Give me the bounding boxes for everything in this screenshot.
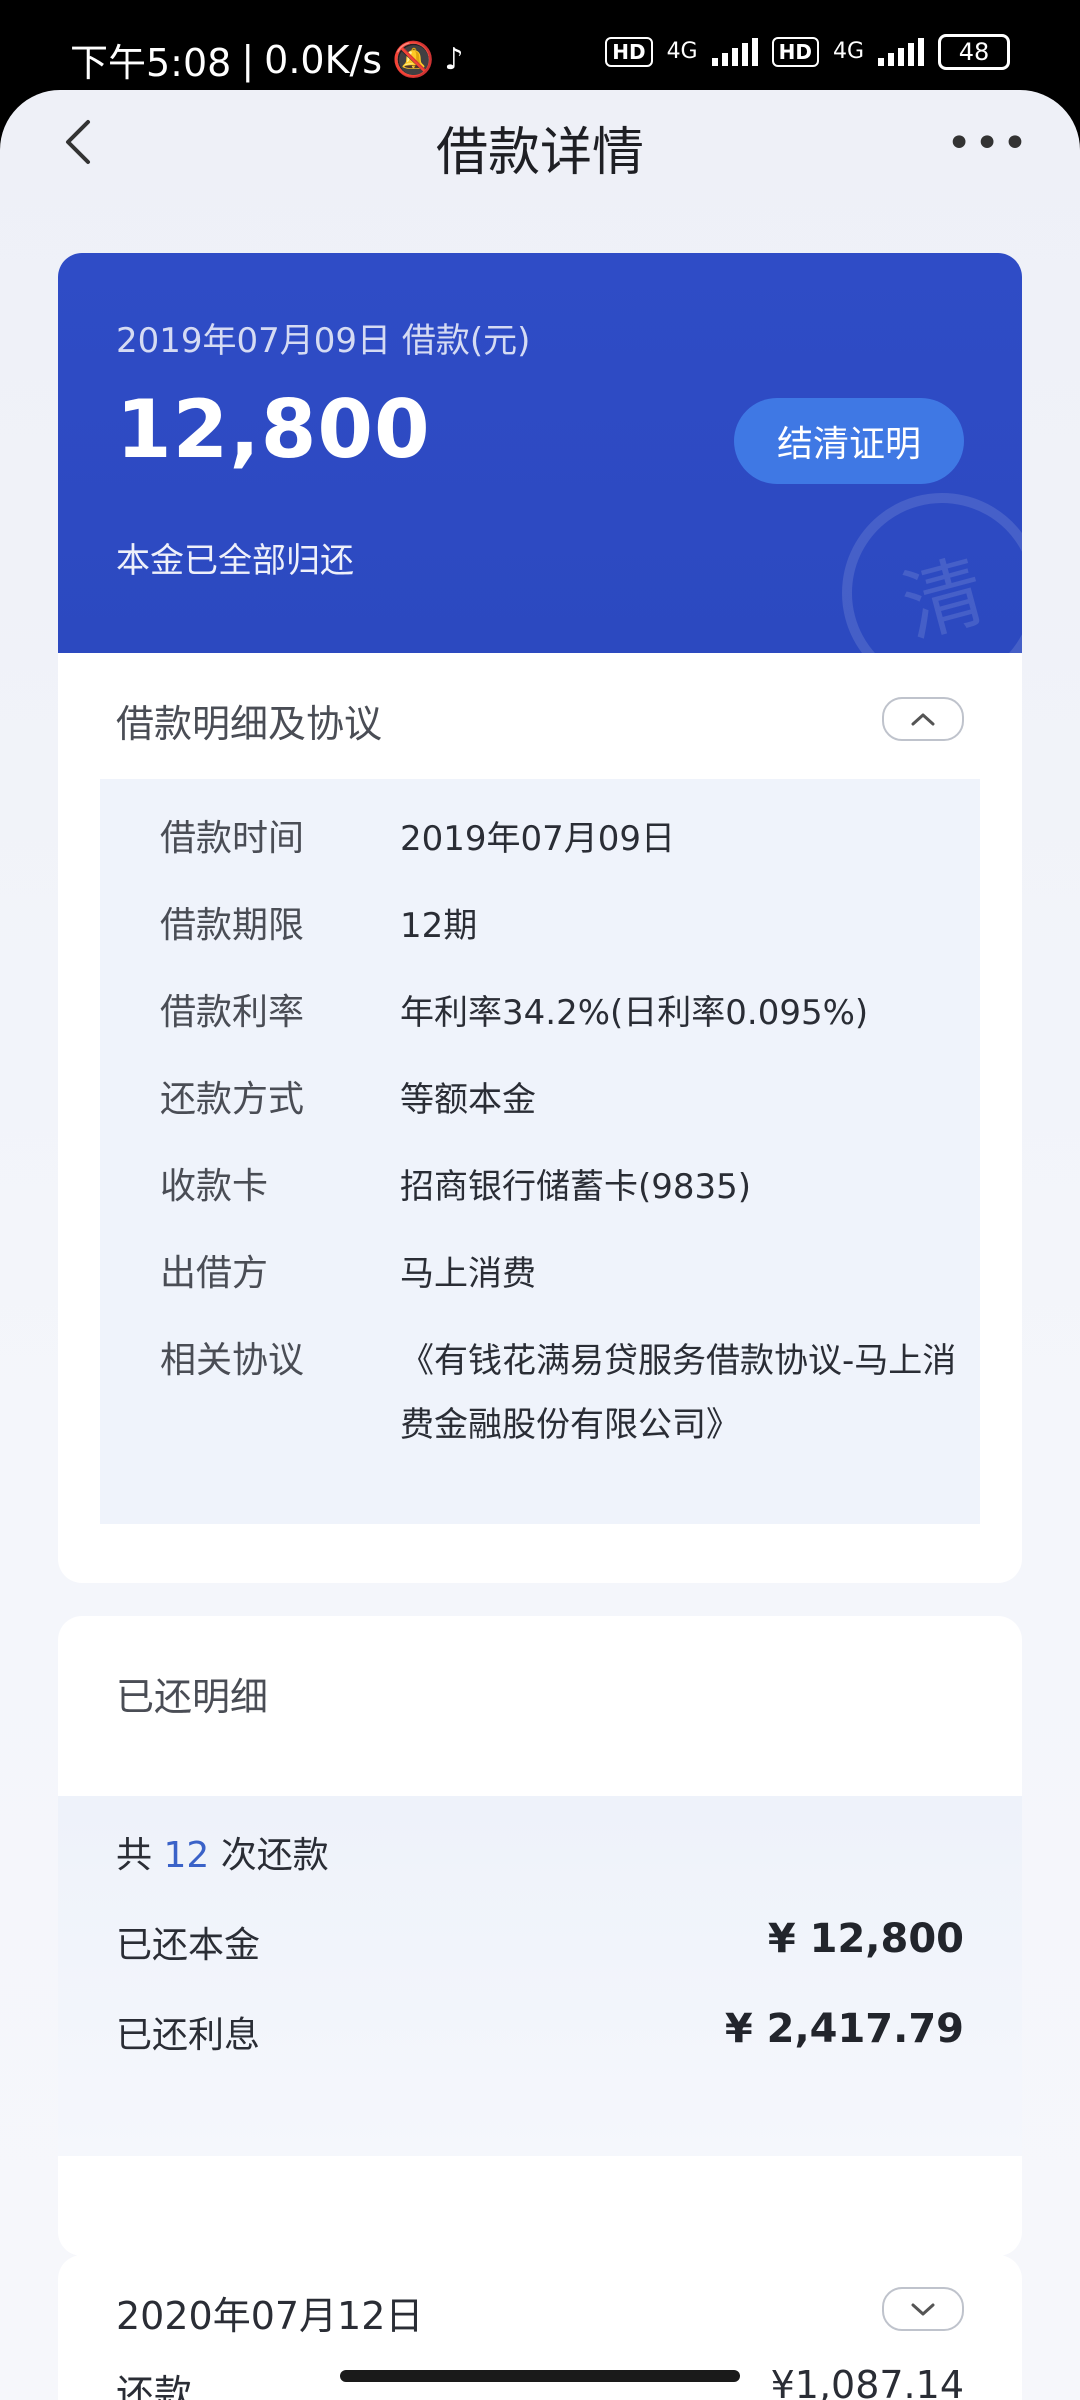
agreement-link[interactable]: 《有钱花满易贷服务借款协议-马上消费金融股份有限公司》 <box>400 1329 960 1457</box>
loan-details-card: 借款明细及协议 借款时间 2019年07月09日 借款期限 12期 借款利率 年… <box>58 653 1022 1583</box>
detail-key: 借款期限 <box>160 905 305 946</box>
interest-label: 已还利息 <box>116 2015 261 2056</box>
page-title: 借款详情 <box>435 123 644 183</box>
home-indicator[interactable] <box>340 2370 740 2382</box>
count-prefix: 共 <box>116 1835 153 1876</box>
app-screen: 借款详情 ••• 2019年07月09日 借款(元) 12,800 本金已全部归… <box>0 90 1080 2400</box>
network-type: 4G <box>666 39 698 64</box>
installment-date: 2020年07月12日 <box>116 2294 424 2338</box>
chevron-down-icon <box>911 2303 935 2316</box>
detail-row: 还款方式 等额本金 <box>160 1068 960 1132</box>
count-suffix: 次还款 <box>220 1835 329 1876</box>
bell-muted-icon: 🔕 <box>392 39 435 80</box>
hd-badge-2: HD <box>771 37 819 67</box>
signal-icon-2 <box>878 38 924 66</box>
tiktok-icon: ♪ <box>444 42 464 77</box>
repaid-section-title: 已还明细 <box>116 1675 269 1719</box>
status-right: HD 4G HD 4G 48 <box>605 34 1010 70</box>
detail-key: 收款卡 <box>160 1166 269 1207</box>
detail-key: 还款方式 <box>160 1079 305 1120</box>
principal-label: 已还本金 <box>116 1925 261 1966</box>
loan-amount: 12,800 <box>116 383 431 476</box>
collapse-button[interactable] <box>882 697 964 741</box>
settlement-certificate-button[interactable]: 结清证明 <box>734 398 964 484</box>
details-list: 借款时间 2019年07月09日 借款期限 12期 借款利率 年利率34.2%(… <box>100 779 980 1524</box>
more-icon[interactable]: ••• <box>946 118 1030 169</box>
network-type-2: 4G <box>832 39 864 64</box>
detail-key: 出借方 <box>160 1253 269 1294</box>
separator: | <box>241 37 255 82</box>
repaid-summary: 共 12 次还款 已还本金 ¥ 12,800 已还利息 ¥ 2,417.79 <box>58 1796 1022 2156</box>
detail-value: 12期 <box>400 906 478 946</box>
details-section-title: 借款明细及协议 <box>116 702 383 746</box>
loan-summary-card: 2019年07月09日 借款(元) 12,800 本金已全部归还 结清证明 清 <box>58 253 1022 653</box>
principal-row: 已还本金 ¥ 12,800 <box>116 1916 964 1968</box>
installment-value: ¥1,087.14 <box>770 2363 964 2400</box>
detail-value: 年利率34.2%(日利率0.095%) <box>400 993 869 1033</box>
repaid-summary-card: 已还明细 共 12 次还款 已还本金 ¥ 12,800 已还利息 ¥ 2,417… <box>58 1616 1022 2256</box>
principal-value: ¥ 12,800 <box>767 1916 964 1962</box>
detail-row: 相关协议 《有钱花满易贷服务借款协议-马上消费金融股份有限公司》 <box>160 1329 960 1457</box>
installment-label: 还款 <box>116 2372 193 2400</box>
detail-row: 收款卡 招商银行储蓄卡(9835) <box>160 1155 960 1219</box>
interest-row: 已还利息 ¥ 2,417.79 <box>116 2006 964 2058</box>
detail-row: 出借方 马上消费 <box>160 1242 960 1306</box>
signal-icon <box>711 38 758 66</box>
loan-date-label: 2019年07月09日 借款(元) <box>116 321 531 361</box>
repayment-count: 共 12 次还款 <box>116 1826 329 1878</box>
detail-value: 等额本金 <box>400 1080 536 1120</box>
clock: 下午5:08 <box>70 41 232 85</box>
interest-value: ¥ 2,417.79 <box>724 2006 964 2052</box>
detail-row: 借款时间 2019年07月09日 <box>160 807 960 871</box>
detail-row: 借款期限 12期 <box>160 894 960 958</box>
detail-row: 借款利率 年利率34.2%(日利率0.095%) <box>160 981 960 1045</box>
detail-key: 借款时间 <box>160 818 305 859</box>
detail-value: 马上消费 <box>400 1254 536 1294</box>
detail-key: 借款利率 <box>160 992 305 1033</box>
status-left: 下午5:08 | 0.0K/s 🔕 ♪ <box>70 32 464 87</box>
count-number: 12 <box>163 1835 210 1876</box>
settled-seal-icon: 清 <box>819 470 1022 653</box>
detail-value: 2019年07月09日 <box>400 819 676 859</box>
loan-status: 本金已全部归还 <box>116 541 354 581</box>
battery-icon: 48 <box>938 34 1010 70</box>
detail-value: 招商银行储蓄卡(9835) <box>400 1167 752 1207</box>
chevron-up-icon <box>911 713 935 726</box>
hd-badge: HD <box>605 37 653 67</box>
expand-button[interactable] <box>882 2287 964 2331</box>
nav-bar: 借款详情 ••• <box>0 90 1080 200</box>
network-speed: 0.0K/s <box>264 37 383 82</box>
detail-key: 相关协议 <box>160 1340 305 1381</box>
